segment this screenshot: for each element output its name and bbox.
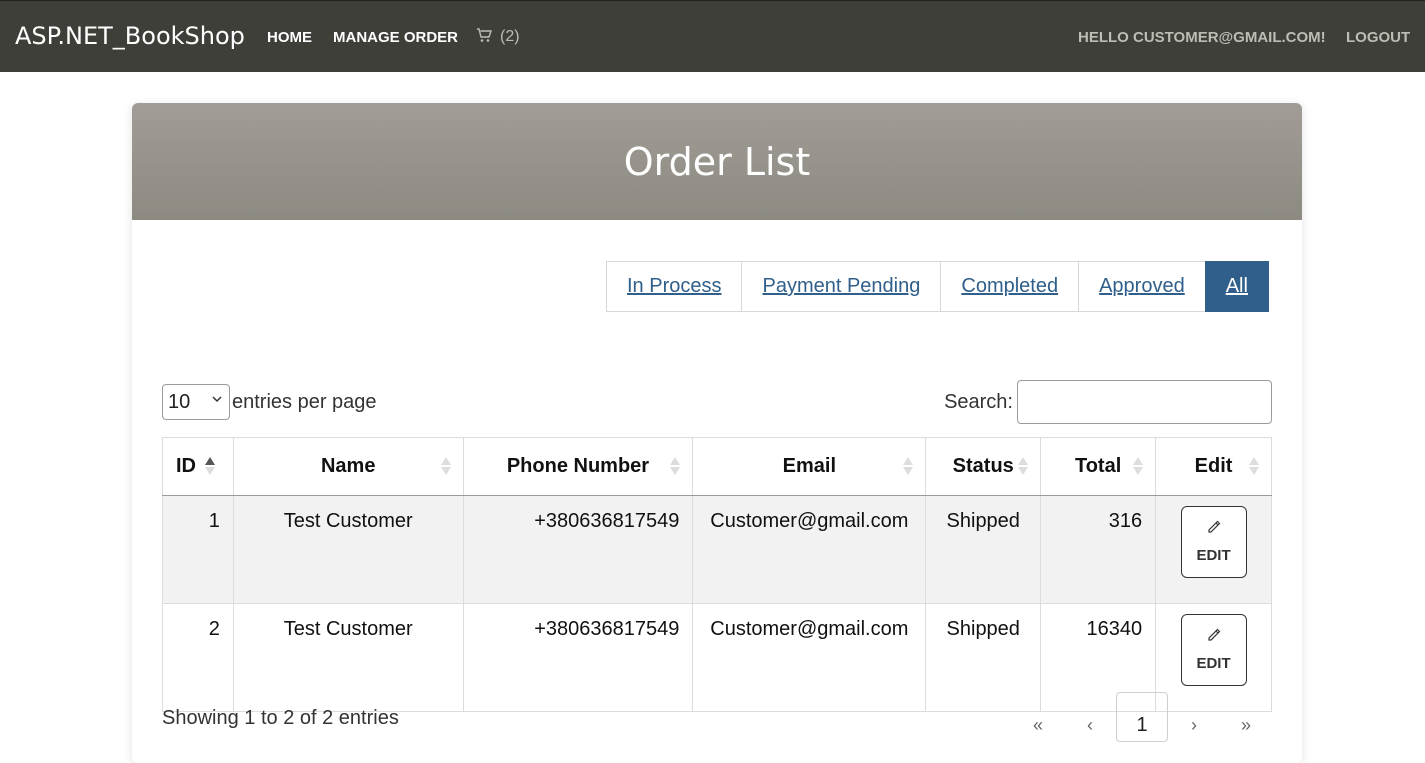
table-header-row: ID Name Phone Number Email Status Total …: [162, 437, 1272, 496]
page-title: Order List: [623, 139, 811, 184]
column-header-total[interactable]: Total: [1040, 437, 1157, 496]
table-search: Search:: [944, 380, 1272, 424]
sort-icon: [670, 457, 681, 475]
nav-home-link[interactable]: HOME: [267, 29, 312, 46]
cart-icon: [477, 28, 492, 42]
pencil-icon: [1207, 628, 1220, 641]
pencil-icon: [1207, 520, 1220, 533]
cell-email: Customer@gmail.com: [692, 603, 927, 712]
cell-status: Shipped: [925, 495, 1042, 604]
filter-in-process[interactable]: In Process: [606, 261, 743, 312]
cell-email: Customer@gmail.com: [692, 495, 927, 604]
card-header: Order List: [132, 103, 1302, 220]
filter-payment-pending[interactable]: Payment Pending: [741, 261, 942, 312]
orders-table: ID Name Phone Number Email Status Total …: [162, 437, 1272, 712]
search-input[interactable]: [1017, 380, 1272, 424]
cell-total: 316: [1040, 495, 1157, 604]
nav-manage-order-link[interactable]: MANAGE ORDER: [333, 29, 458, 46]
column-header-id[interactable]: ID: [162, 437, 234, 496]
edit-button-label: EDIT: [1196, 547, 1231, 564]
edit-button[interactable]: EDIT: [1180, 506, 1247, 578]
cell-name: Test Customer: [232, 495, 464, 604]
logout-link[interactable]: LOGOUT: [1346, 29, 1410, 46]
cell-id: 1: [162, 495, 234, 604]
table-row: 1 Test Customer +380636817549 Customer@g…: [162, 495, 1272, 604]
edit-button-label: EDIT: [1196, 655, 1231, 672]
search-label: Search:: [944, 390, 1013, 413]
column-header-phone[interactable]: Phone Number: [462, 437, 694, 496]
column-header-name[interactable]: Name: [232, 437, 464, 496]
sort-icon: [1249, 457, 1259, 475]
filter-completed[interactable]: Completed: [940, 261, 1080, 312]
table-info: Showing 1 to 2 of 2 entries: [162, 707, 399, 729]
cell-phone: +380636817549: [462, 603, 694, 712]
sort-icon: [903, 457, 914, 475]
sort-ascending-icon: [204, 457, 215, 475]
edit-button[interactable]: EDIT: [1180, 614, 1247, 686]
cell-id: 2: [162, 603, 234, 712]
navbar: ASP.NET_BookShop HOME MANAGE ORDER (2) H…: [0, 0, 1425, 72]
sort-icon: [1018, 457, 1029, 475]
filter-approved[interactable]: Approved: [1078, 261, 1206, 312]
column-header-status[interactable]: Status: [925, 437, 1042, 496]
cart-count: (2): [500, 28, 520, 45]
cell-name: Test Customer: [232, 603, 464, 712]
sort-icon: [1133, 457, 1144, 475]
entries-per-page-label: entries per page: [232, 390, 377, 413]
chevron-down-icon: [212, 396, 222, 403]
column-header-edit[interactable]: Edit: [1155, 437, 1272, 496]
page-length-value: 10: [168, 390, 191, 413]
filter-all[interactable]: All: [1204, 261, 1269, 312]
cart-link[interactable]: (2): [476, 28, 520, 46]
user-greeting-link[interactable]: HELLO CUSTOMER@GMAIL.COM!: [1078, 29, 1326, 46]
cell-edit: EDIT: [1155, 495, 1272, 604]
column-header-email[interactable]: Email: [692, 437, 927, 496]
cell-phone: +380636817549: [462, 495, 694, 604]
order-list-card: Order List In Process Payment Pending Co…: [132, 103, 1302, 763]
page-length-select[interactable]: 10: [162, 384, 230, 420]
brand-link[interactable]: ASP.NET_BookShop: [15, 22, 245, 50]
status-filter-group: In Process Payment Pending Completed App…: [606, 261, 1269, 312]
sort-icon: [440, 457, 451, 475]
entries-length-control: 10 entries per page: [162, 384, 377, 420]
